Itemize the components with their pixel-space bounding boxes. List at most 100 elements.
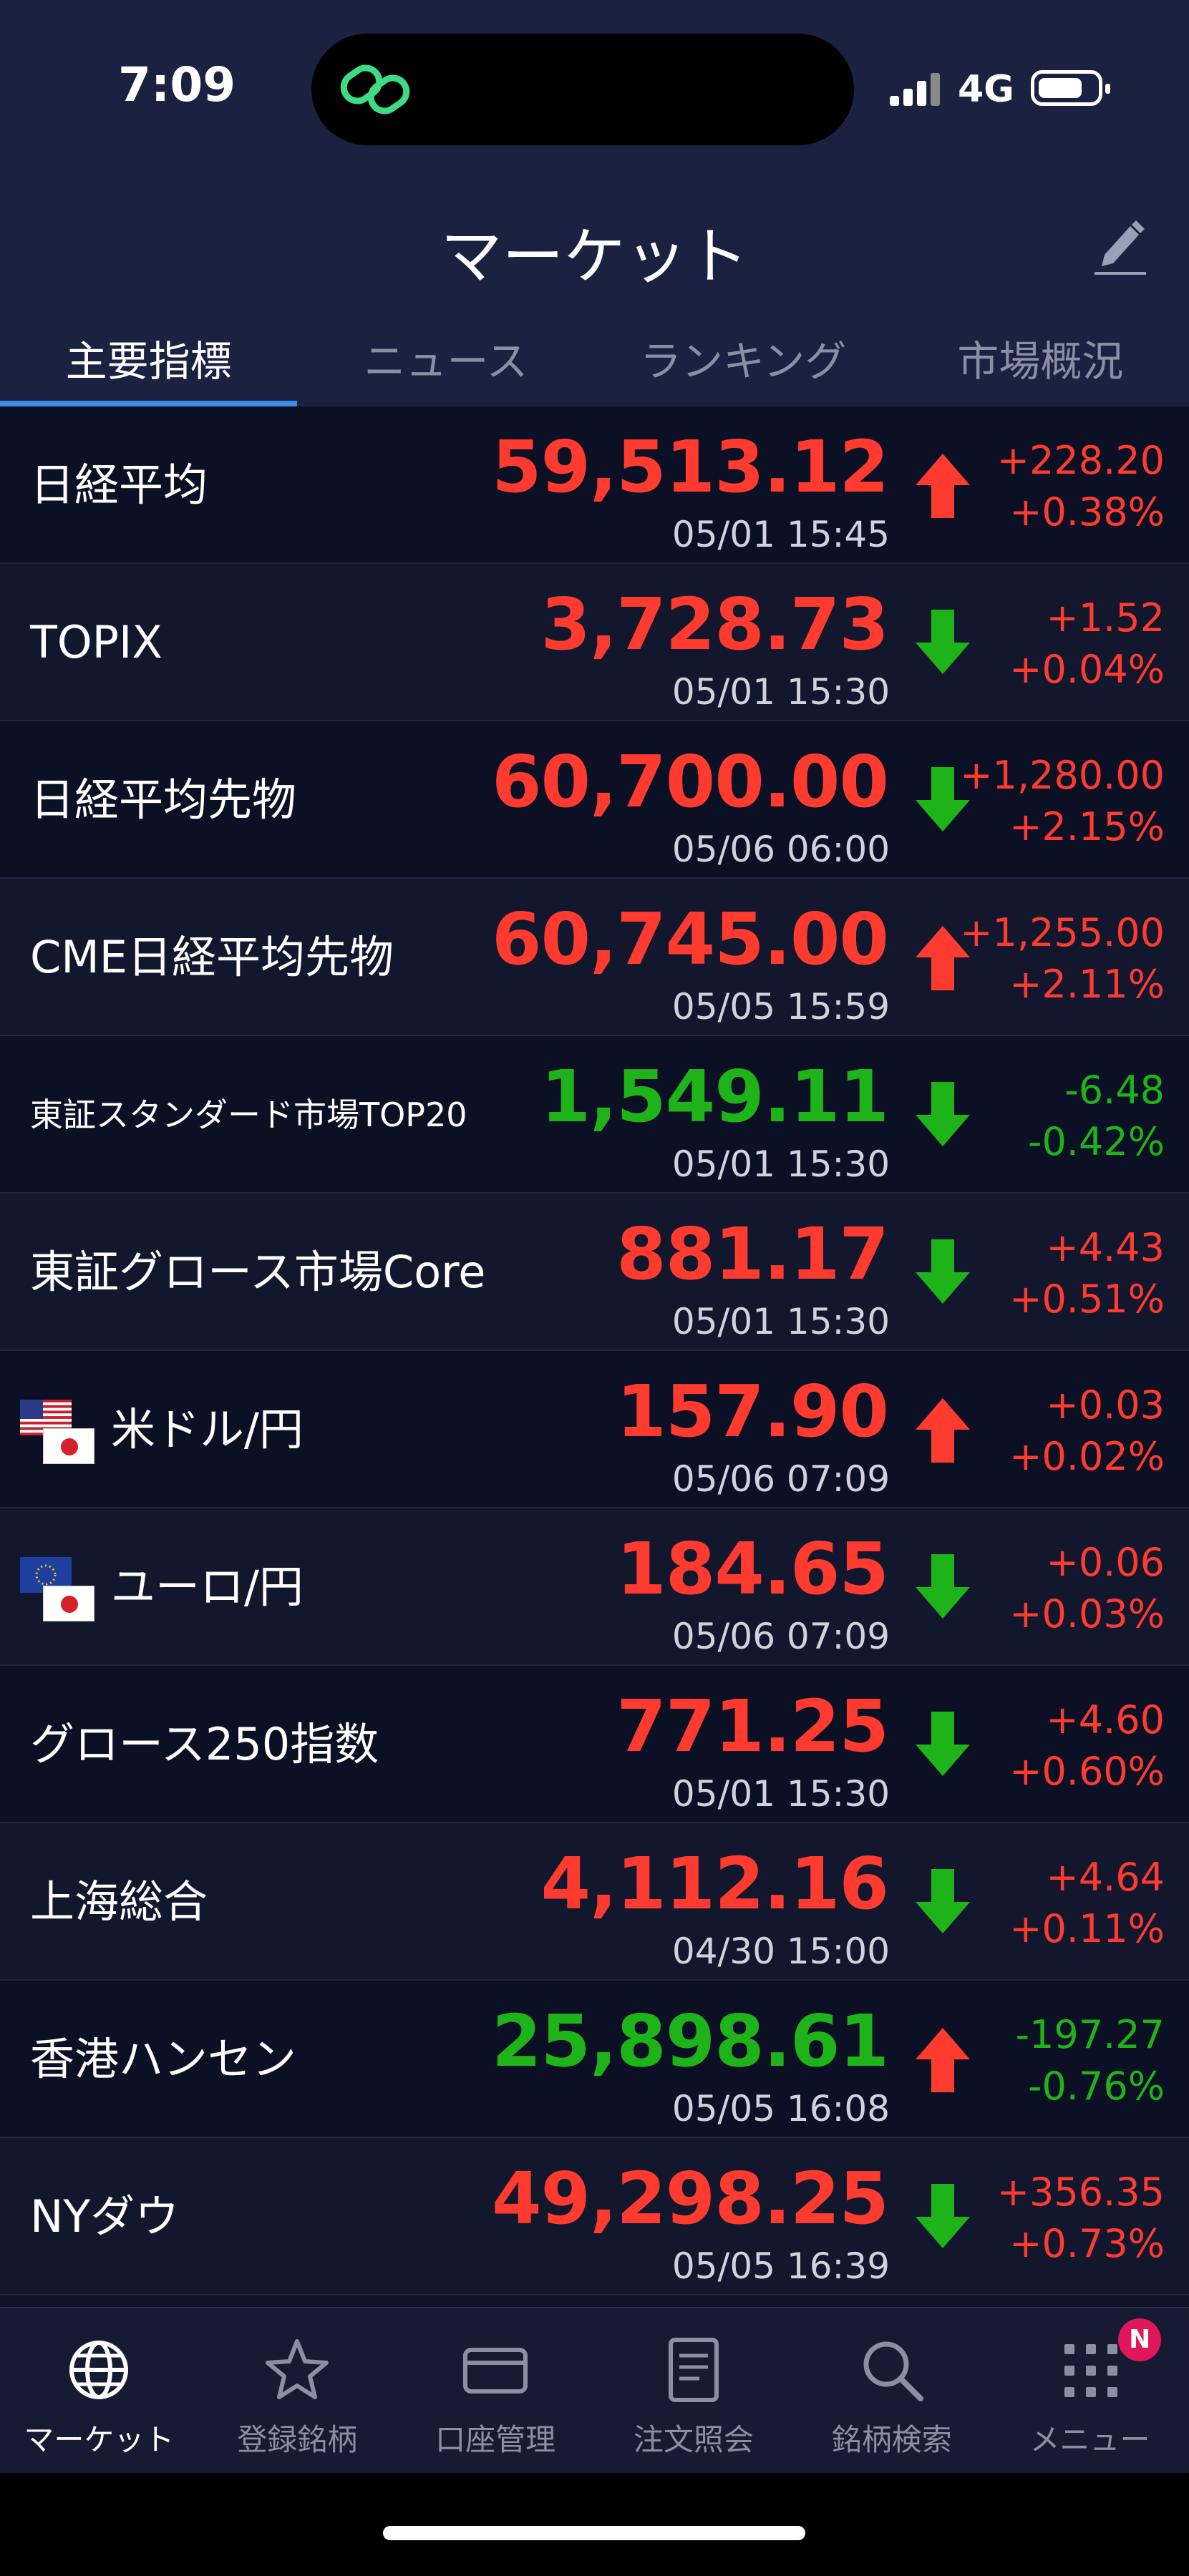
change-value: +4.64 xyxy=(1046,1855,1165,1900)
instrument-name: 東証グロース市場Core xyxy=(30,1246,486,1298)
arrow-down-icon xyxy=(916,1554,970,1619)
nav-item-3[interactable]: 注文照会 xyxy=(594,2308,792,2474)
price-value: 157.90 xyxy=(616,1370,889,1453)
change-block: +0.03 +0.02% xyxy=(1009,1380,1165,1483)
arrow-down-icon xyxy=(916,1869,970,1933)
market-list: 日経平均 59,513.12 05/01 15:45 +228.20 +0.38% TOP… xyxy=(0,406,1189,2296)
instrument-name: 米ドル/円 xyxy=(111,1403,304,1455)
instrument-name: 上海総合 xyxy=(30,1875,208,1928)
price-value: 771.25 xyxy=(616,1684,889,1768)
change-percent: +0.03% xyxy=(1009,1591,1165,1636)
bottom-nav: マーケット 登録銘柄 口座管理 注文照会 銘柄検索 メニュー N xyxy=(0,2307,1189,2474)
change-percent: +0.60% xyxy=(1009,1749,1165,1794)
market-row[interactable]: 上海総合 4,112.16 04/30 15:00 +4.64 +0.11% xyxy=(0,1823,1189,1981)
battery-icon xyxy=(1031,70,1110,106)
change-percent: -0.76% xyxy=(1027,2064,1165,2109)
arrow-down-icon xyxy=(916,1712,970,1776)
jp-flag-icon xyxy=(43,1428,94,1464)
price-value: 1,549.11 xyxy=(540,1055,889,1138)
change-value: +1,255.00 xyxy=(960,910,1165,955)
price-timestamp: 05/05 15:59 xyxy=(671,986,890,1028)
arrow-down-icon xyxy=(916,1239,970,1304)
price-value: 60,745.00 xyxy=(491,897,889,981)
instrument-name: ユーロ/円 xyxy=(111,1561,304,1613)
change-block: -6.48 -0.42% xyxy=(1028,1065,1165,1168)
nav-item-0[interactable]: マーケット xyxy=(0,2308,198,2474)
market-row[interactable]: 米ドル/円 157.90 05/06 07:09 +0.03 +0.02% xyxy=(0,1351,1189,1508)
tab-3[interactable]: 市場概況 xyxy=(892,313,1189,406)
change-block: +4.60 +0.60% xyxy=(1009,1694,1165,1797)
home-indicator-area xyxy=(0,2473,1189,2576)
change-block: +356.35 +0.73% xyxy=(997,2167,1165,2270)
market-row[interactable]: 日経平均 59,513.12 05/01 15:45 +228.20 +0.38% xyxy=(0,406,1189,564)
currency-flags xyxy=(20,1557,99,1629)
market-row[interactable]: グロース250指数 771.25 05/01 15:30 +4.60 +0.60% xyxy=(0,1666,1189,1823)
price-timestamp: 05/01 15:45 xyxy=(671,514,890,555)
nav-label: マーケット xyxy=(24,2422,175,2457)
page-title: マーケット xyxy=(440,221,749,293)
market-row[interactable]: TOPIX 3,728.73 05/01 15:30 +1.52 +0.04% xyxy=(0,564,1189,721)
status-bar: 7:09 4G xyxy=(0,0,1189,177)
change-value: -6.48 xyxy=(1064,1068,1165,1113)
market-row[interactable]: ユーロ/円 184.65 05/06 07:09 +0.06 +0.03% xyxy=(0,1508,1189,1666)
change-value: +356.35 xyxy=(996,2170,1165,2215)
nav-item-2[interactable]: 口座管理 xyxy=(397,2308,595,2474)
market-row[interactable]: NYダウ 49,298.25 05/05 16:39 +356.35 +0.73% xyxy=(0,2138,1189,2296)
market-row[interactable]: 日経平均先物 60,700.00 05/06 06:00 +1,280.00 +2.15… xyxy=(0,721,1189,879)
price-timestamp: 05/05 16:08 xyxy=(671,2088,890,2129)
instrument-name: CME日経平均先物 xyxy=(30,931,394,983)
card-icon xyxy=(463,2348,528,2394)
status-time: 7:09 xyxy=(118,57,236,112)
arrow-up-icon xyxy=(916,1398,970,1463)
change-percent: +0.38% xyxy=(1009,489,1165,535)
nav-item-1[interactable]: 登録銘柄 xyxy=(198,2308,397,2474)
change-block: +228.20 +0.38% xyxy=(997,435,1165,538)
price-timestamp: 05/01 15:30 xyxy=(671,1773,890,1815)
change-value: -197.27 xyxy=(1015,2012,1165,2057)
market-row[interactable]: CME日経平均先物 60,745.00 05/05 15:59 +1,255.00 +2… xyxy=(0,879,1189,1036)
price-timestamp: 05/06 07:09 xyxy=(671,1458,890,1500)
change-percent: +0.04% xyxy=(1009,647,1165,692)
market-row[interactable]: 香港ハンセン 25,898.61 05/05 16:08 -197.27 -0.76% xyxy=(0,1981,1189,2138)
price-timestamp: 04/30 15:00 xyxy=(671,1931,890,1972)
change-value: +0.03 xyxy=(1046,1382,1165,1428)
nav-item-5[interactable]: メニュー N xyxy=(991,2308,1189,2474)
price-timestamp: 05/01 15:30 xyxy=(671,1301,890,1342)
arrow-up-icon xyxy=(916,2028,970,2092)
arrow-up-icon xyxy=(916,454,970,518)
change-value: +1.52 xyxy=(1046,595,1165,640)
change-block: +4.43 +0.51% xyxy=(1009,1222,1165,1325)
change-value: +1,280.00 xyxy=(960,753,1165,798)
nav-item-4[interactable]: 銘柄検索 xyxy=(792,2308,991,2474)
change-block: +1,280.00 +2.15% xyxy=(960,750,1165,853)
instrument-name: 香港ハンセン xyxy=(30,2033,297,2085)
price-value: 59,513.12 xyxy=(491,425,889,509)
price-value: 49,298.25 xyxy=(491,2157,889,2240)
arrow-down-icon xyxy=(916,1082,970,1146)
tab-0[interactable]: 主要指標 xyxy=(0,313,298,406)
nav-label: 銘柄検索 xyxy=(831,2422,952,2457)
tab-1[interactable]: ニュース xyxy=(297,313,594,406)
document-icon xyxy=(668,2338,719,2402)
change-percent: +0.11% xyxy=(1009,1906,1165,1951)
notification-badge: N xyxy=(1118,2318,1162,2361)
edit-icon[interactable] xyxy=(1092,213,1149,278)
instrument-name: 日経平均先物 xyxy=(30,774,297,826)
price-value: 881.17 xyxy=(616,1212,889,1296)
price-timestamp: 05/06 06:00 xyxy=(671,829,890,870)
price-value: 60,700.00 xyxy=(491,740,889,824)
tab-2[interactable]: ランキング xyxy=(595,313,892,406)
price-timestamp: 05/06 07:09 xyxy=(671,1616,890,1657)
price-value: 3,728.73 xyxy=(540,582,889,666)
grid-icon xyxy=(1064,2344,1117,2397)
change-value: +4.43 xyxy=(1046,1225,1165,1270)
tab-bar: 主要指標 ニュース ランキング 市場概況 xyxy=(0,313,1189,406)
change-block: -197.27 -0.76% xyxy=(1016,2009,1165,2112)
change-block: +0.06 +0.03% xyxy=(1009,1537,1165,1640)
signal-icon xyxy=(890,72,941,106)
change-percent: +2.11% xyxy=(1009,962,1165,1007)
change-value: +228.20 xyxy=(996,438,1165,483)
instrument-name: グロース250指数 xyxy=(30,1718,379,1770)
market-row[interactable]: 東証スタンダード市場TOP20 1,549.11 05/01 15:30 -6.48-… xyxy=(0,1036,1189,1194)
market-row[interactable]: 東証グロース市場Core 881.17 05/01 15:30 +4.43 +0.51% xyxy=(0,1194,1189,1351)
